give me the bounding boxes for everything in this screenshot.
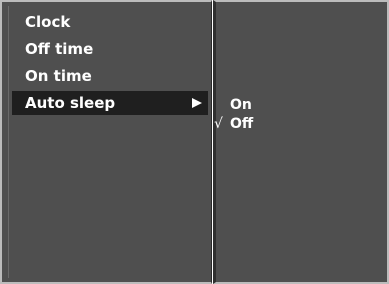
menu-item-on-time[interactable]: On time <box>12 64 208 88</box>
menu-item-label: Auto sleep <box>25 94 116 112</box>
option-label: Off <box>230 116 254 132</box>
menu-item-label: Clock <box>25 13 71 31</box>
menu-item-label: Off time <box>25 40 94 58</box>
menu-item-off-time[interactable]: Off time <box>12 37 208 61</box>
check-mark-icon: √ <box>214 116 223 132</box>
menu-item-clock[interactable]: Clock <box>12 10 208 34</box>
option-off[interactable]: √ Off <box>214 115 254 133</box>
menu-item-auto-sleep[interactable]: Auto sleep <box>12 91 208 115</box>
triangle-right-icon <box>192 98 202 108</box>
submenu-panel: On √ Off <box>213 0 389 284</box>
main-menu-panel: Clock Off time On time Auto sleep <box>0 0 212 284</box>
osd-menu-screen: Clock Off time On time Auto sleep On √ O… <box>0 0 389 284</box>
option-label: On <box>230 97 252 113</box>
option-on[interactable]: On <box>230 96 252 114</box>
menu-item-label: On time <box>25 67 92 85</box>
